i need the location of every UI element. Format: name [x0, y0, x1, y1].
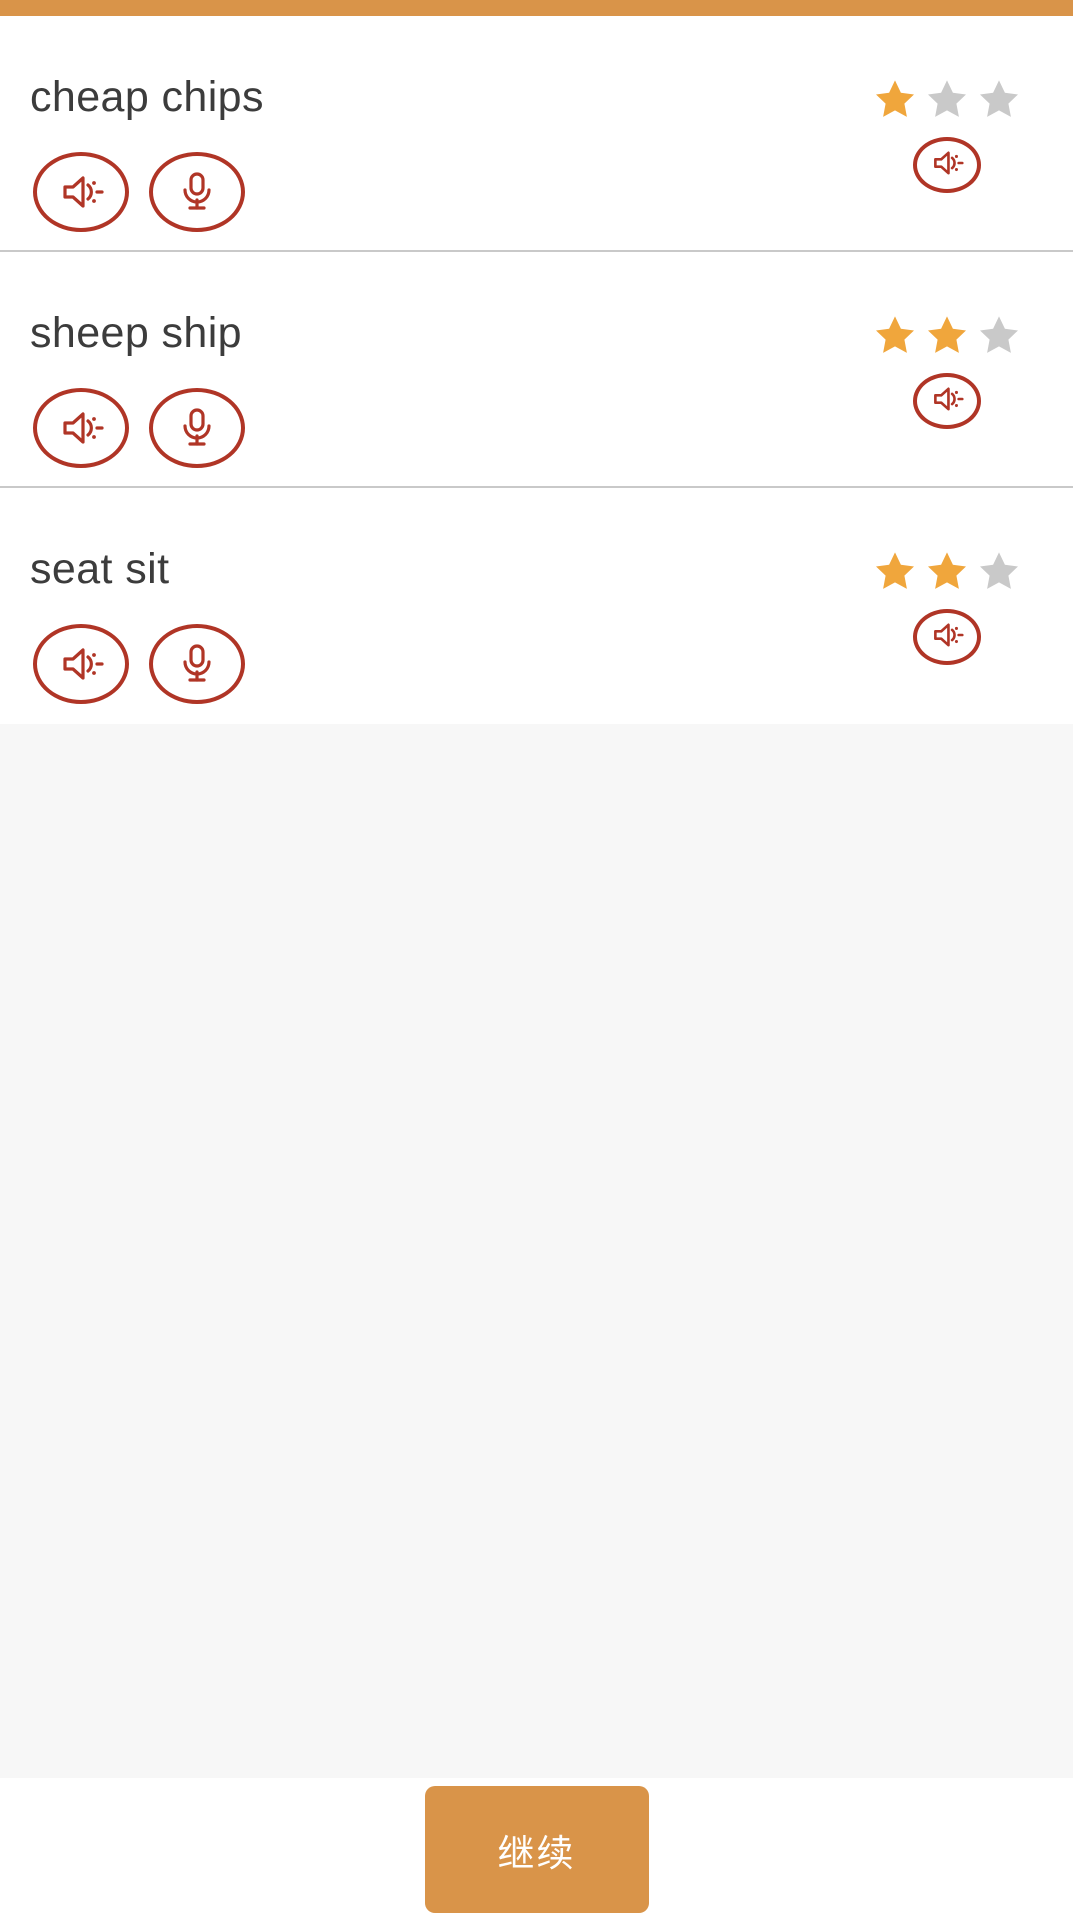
record-audio-button[interactable] — [149, 388, 245, 468]
star-filled-icon — [871, 548, 919, 601]
star-filled-icon — [871, 312, 919, 365]
speaker-icon — [57, 642, 105, 686]
app-screen: cheap chips sheep ship seat sit 继续 — [0, 0, 1073, 1913]
footer-bar: 继续 — [0, 1778, 1073, 1913]
score-area — [847, 548, 1047, 665]
star-filled-icon — [923, 548, 971, 601]
continue-button[interactable]: 继续 — [424, 1786, 649, 1913]
star-empty-icon — [975, 312, 1023, 365]
word-row: seat sit — [0, 488, 1073, 724]
star-rating — [871, 76, 1023, 129]
play-recording-button[interactable] — [913, 609, 981, 665]
star-empty-icon — [923, 76, 971, 129]
speaker-icon — [929, 383, 965, 420]
play-audio-button[interactable] — [33, 624, 129, 704]
microphone-icon — [177, 169, 217, 215]
word-practice-list: cheap chips sheep ship seat sit — [0, 16, 1073, 724]
score-area — [847, 312, 1047, 429]
speaker-icon — [929, 619, 965, 656]
word-text: seat sit — [30, 545, 170, 593]
word-row: cheap chips — [0, 16, 1073, 252]
star-rating — [871, 312, 1023, 365]
speaker-icon — [57, 170, 105, 214]
word-actions — [33, 152, 245, 232]
speaker-icon — [929, 147, 965, 184]
play-audio-button[interactable] — [33, 388, 129, 468]
empty-content-area — [0, 724, 1073, 1778]
word-row: sheep ship — [0, 252, 1073, 488]
record-audio-button[interactable] — [149, 152, 245, 232]
speaker-icon — [57, 406, 105, 450]
progress-bar — [0, 0, 1073, 16]
word-actions — [33, 624, 245, 704]
star-filled-icon — [871, 76, 919, 129]
star-filled-icon — [923, 312, 971, 365]
star-rating — [871, 548, 1023, 601]
word-actions — [33, 388, 245, 468]
record-audio-button[interactable] — [149, 624, 245, 704]
star-empty-icon — [975, 76, 1023, 129]
word-text: sheep ship — [30, 309, 242, 357]
microphone-icon — [177, 405, 217, 451]
word-text: cheap chips — [30, 73, 264, 121]
microphone-icon — [177, 641, 217, 687]
play-recording-button[interactable] — [913, 373, 981, 429]
star-empty-icon — [975, 548, 1023, 601]
score-area — [847, 76, 1047, 193]
play-recording-button[interactable] — [913, 137, 981, 193]
play-audio-button[interactable] — [33, 152, 129, 232]
